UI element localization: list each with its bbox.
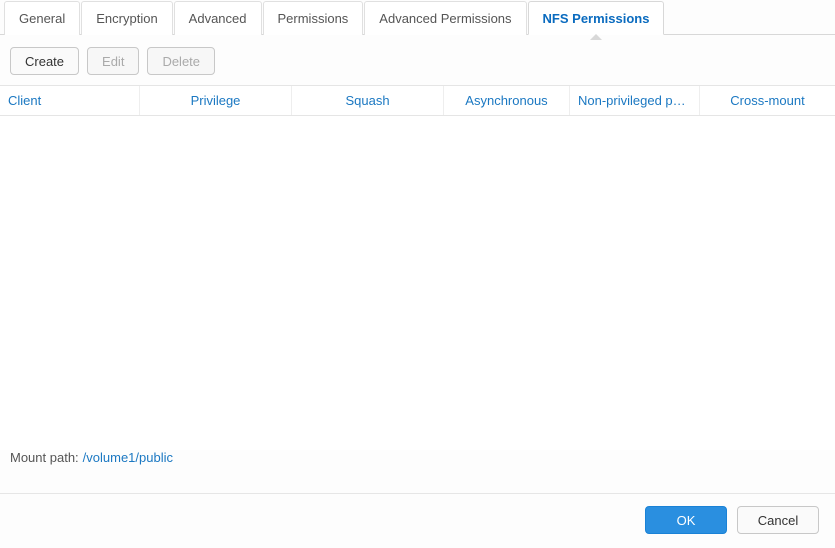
create-button[interactable]: Create bbox=[10, 47, 79, 75]
tab-general[interactable]: General bbox=[4, 1, 80, 35]
mount-path-value: /volume1/public bbox=[83, 450, 173, 465]
tab-advanced[interactable]: Advanced bbox=[174, 1, 262, 35]
tab-encryption[interactable]: Encryption bbox=[81, 1, 172, 35]
column-cross-mount[interactable]: Cross-mount bbox=[700, 86, 835, 115]
column-non-privileged[interactable]: Non-privileged p… bbox=[570, 86, 700, 115]
column-client[interactable]: Client bbox=[0, 86, 140, 115]
cancel-button[interactable]: Cancel bbox=[737, 506, 819, 534]
delete-button: Delete bbox=[147, 47, 215, 75]
tab-permissions[interactable]: Permissions bbox=[263, 1, 364, 35]
mount-path: Mount path: /volume1/public bbox=[0, 450, 835, 475]
mount-path-label: Mount path: bbox=[10, 450, 79, 465]
column-asynchronous[interactable]: Asynchronous bbox=[444, 86, 570, 115]
column-squash[interactable]: Squash bbox=[292, 86, 444, 115]
dialog-footer: OK Cancel bbox=[0, 493, 835, 548]
tab-bar: General Encryption Advanced Permissions … bbox=[0, 0, 835, 35]
tab-advanced-permissions[interactable]: Advanced Permissions bbox=[364, 1, 526, 35]
edit-button: Edit bbox=[87, 47, 139, 75]
ok-button[interactable]: OK bbox=[645, 506, 727, 534]
table-body bbox=[0, 116, 835, 450]
tab-nfs-permissions[interactable]: NFS Permissions bbox=[528, 1, 665, 35]
column-privilege[interactable]: Privilege bbox=[140, 86, 292, 115]
toolbar: Create Edit Delete bbox=[0, 35, 835, 85]
table-header: Client Privilege Squash Asynchronous Non… bbox=[0, 85, 835, 116]
